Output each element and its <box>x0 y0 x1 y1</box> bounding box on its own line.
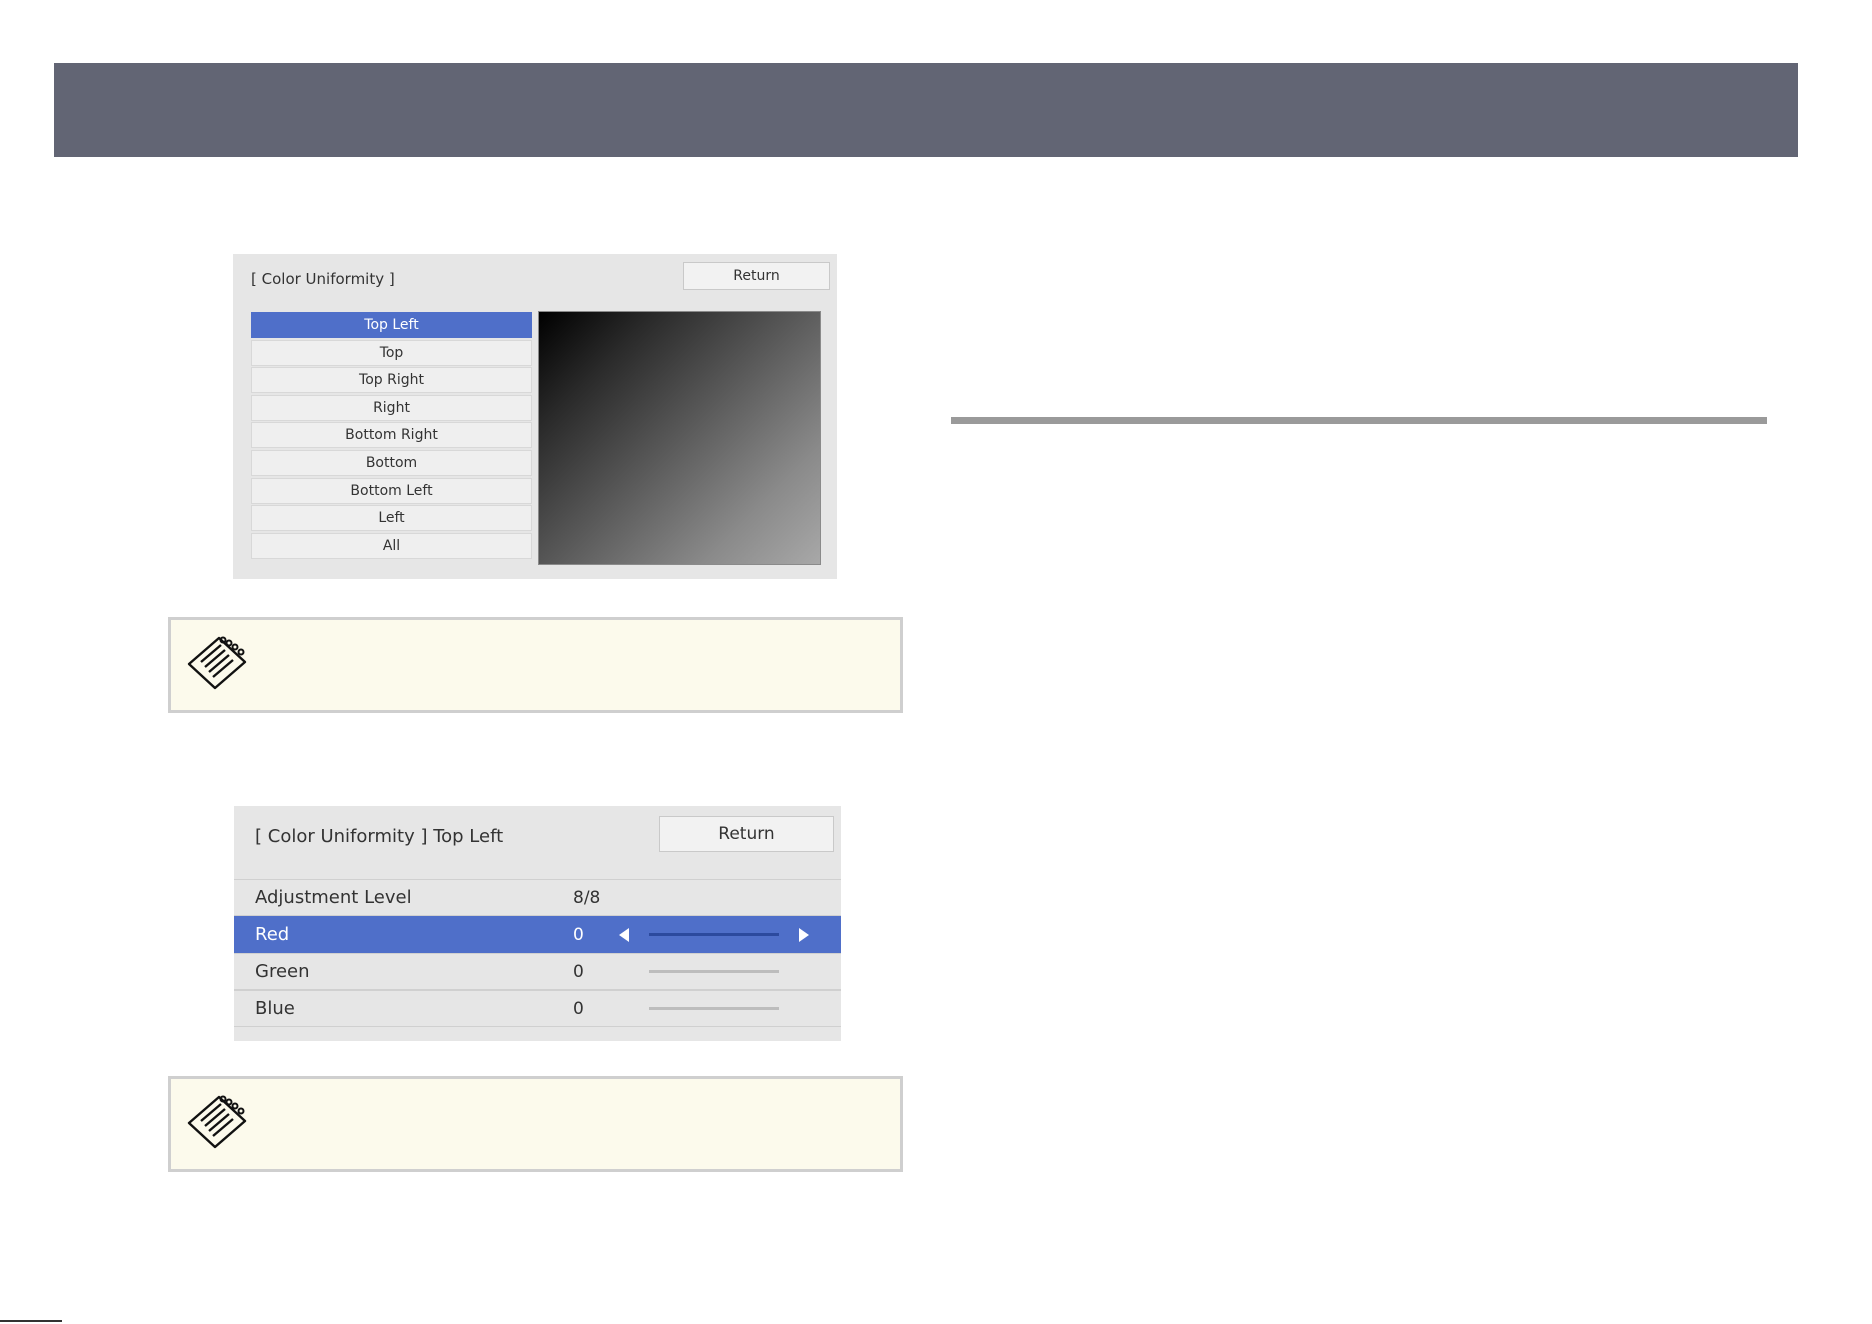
footer-mark <box>0 1320 62 1322</box>
position-item-top-left[interactable]: Top Left <box>251 312 532 338</box>
row-label: Green <box>255 961 310 982</box>
green-slider[interactable] <box>649 970 779 973</box>
row-value: 0 <box>573 962 584 982</box>
color-uniformity-adjust-menu: [ Color Uniformity ] Top Left Return Adj… <box>234 806 841 1041</box>
memo-pad-icon <box>187 636 247 690</box>
row-label: Blue <box>255 998 295 1019</box>
gradient-preview <box>538 311 821 565</box>
position-item-right[interactable]: Right <box>251 394 532 421</box>
row-value: 8/8 <box>573 888 601 908</box>
blue-row[interactable]: Blue 0 <box>234 990 841 1027</box>
menu-title: [ Color Uniformity ] <box>251 270 395 288</box>
row-label: Adjustment Level <box>255 887 412 908</box>
note-box <box>168 1076 903 1172</box>
adjustment-list: Adjustment Level 8/8 Red 0 Green 0 Blue … <box>234 879 841 1027</box>
position-item-bottom-left[interactable]: Bottom Left <box>251 477 532 504</box>
menu-title: [ Color Uniformity ] Top Left <box>255 826 504 847</box>
position-item-top[interactable]: Top <box>251 339 532 366</box>
memo-pad-icon <box>187 1095 247 1149</box>
position-item-bottom-right[interactable]: Bottom Right <box>251 422 532 449</box>
return-button[interactable]: Return <box>659 816 834 852</box>
position-list: Top Left Top Top Right Right Bottom Righ… <box>251 312 532 560</box>
adjustment-level-row[interactable]: Adjustment Level 8/8 <box>234 879 841 916</box>
arrow-right-icon[interactable] <box>799 928 809 942</box>
position-item-bottom[interactable]: Bottom <box>251 449 532 476</box>
position-item-left[interactable]: Left <box>251 505 532 532</box>
position-item-top-right[interactable]: Top Right <box>251 367 532 394</box>
arrow-left-icon[interactable] <box>619 928 629 942</box>
red-row[interactable]: Red 0 <box>234 916 841 953</box>
note-box <box>168 617 903 713</box>
row-value: 0 <box>573 925 584 945</box>
row-value: 0 <box>573 999 584 1019</box>
blue-slider[interactable] <box>649 1007 779 1010</box>
header-bar <box>54 63 1798 157</box>
position-item-all[interactable]: All <box>251 532 532 559</box>
red-slider[interactable] <box>649 933 779 936</box>
return-button[interactable]: Return <box>683 262 830 290</box>
color-uniformity-menu: [ Color Uniformity ] Return Top Left Top… <box>233 254 837 579</box>
row-label: Red <box>255 924 290 945</box>
green-row[interactable]: Green 0 <box>234 953 841 990</box>
section-divider <box>951 417 1767 424</box>
